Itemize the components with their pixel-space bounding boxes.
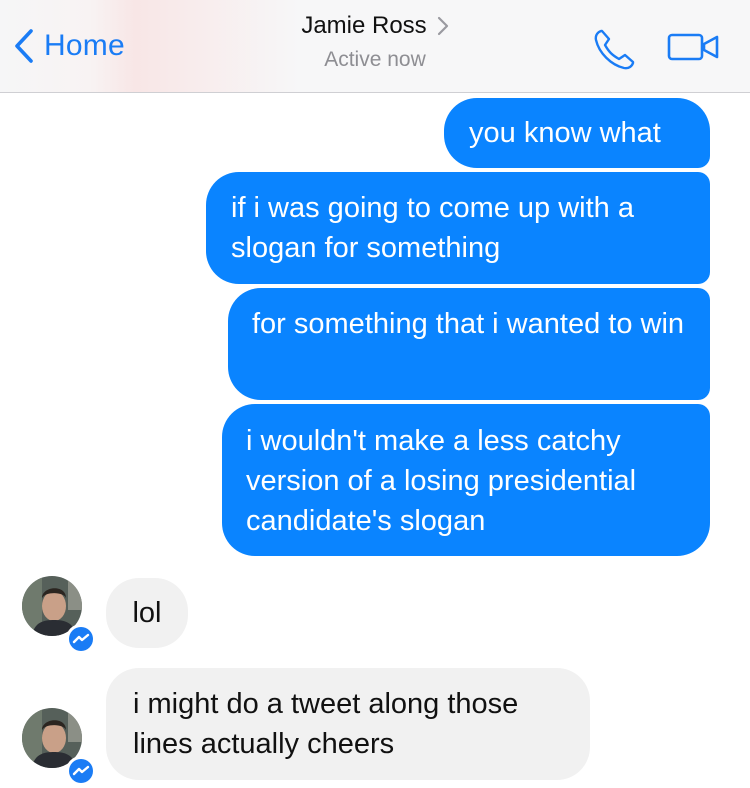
outgoing-message[interactable]: i wouldn't make a less catchy version of… [222,404,710,556]
outgoing-message[interactable]: if i was going to come up with a slogan … [206,172,710,284]
navigation-bar: Home Jamie Ross Active now [0,0,750,93]
messenger-badge [66,756,96,786]
active-status: Active now [324,48,426,71]
call-button[interactable] [592,26,638,77]
outgoing-message[interactable]: for something that i wanted to win [228,288,710,400]
back-button[interactable]: Home [14,24,125,68]
outgoing-message[interactable]: you know what [444,98,710,168]
chevron-left-icon [15,29,33,63]
video-camera-icon [667,33,719,61]
chevron-right-icon [437,16,448,36]
conversation-header: Jamie Ross Active now [220,12,530,72]
contact-name: Jamie Ross [301,12,427,39]
phone-icon [594,29,635,70]
incoming-message[interactable]: i might do a tweet along those lines act… [106,668,590,780]
video-call-button[interactable] [667,32,721,67]
back-button-label: Home [44,29,125,62]
incoming-message[interactable]: lol [106,578,188,648]
messenger-badge [66,624,96,654]
messenger-bolt-icon [72,765,90,776]
contact-title[interactable]: Jamie Ross [301,12,448,40]
messenger-bolt-icon [72,633,90,644]
